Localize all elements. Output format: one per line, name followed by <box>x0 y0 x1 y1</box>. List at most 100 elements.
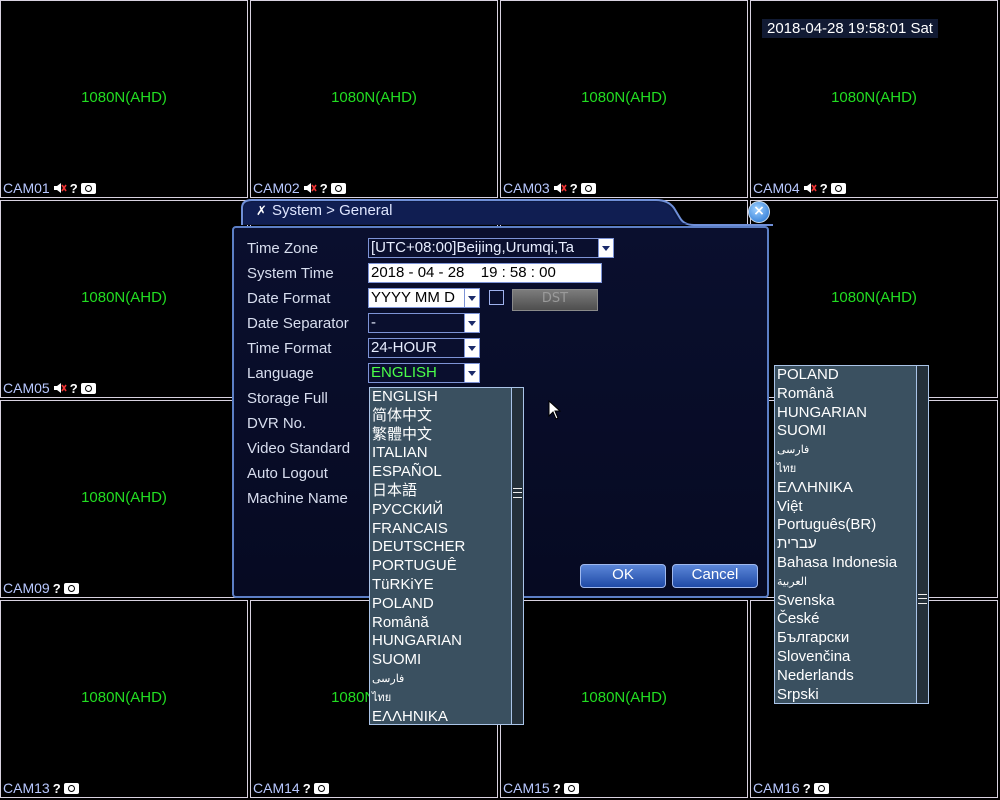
language-option[interactable]: SUOMI <box>776 422 897 441</box>
camera-cell[interactable]: 1080N(AHD) CAM02? <box>250 0 498 198</box>
language-option[interactable]: ไทย <box>776 460 897 479</box>
language-option[interactable]: Svenska <box>776 592 897 611</box>
dialog-title: System > General <box>272 202 393 219</box>
language-option[interactable]: Việt <box>776 498 897 517</box>
time-zone-select[interactable]: [UTC+08:00]Beijing,Urumqi,Ta <box>368 238 614 258</box>
label-machine-name: Machine Name <box>247 490 348 507</box>
language-option[interactable]: فارسی <box>776 441 897 460</box>
language-dropdown-list[interactable]: ENGLISH 简体中文 繁體中文 ITALIAN ESPAÑOL 日本語 РУССКИЙ F… <box>369 387 524 725</box>
date-separator-select[interactable]: - <box>368 313 480 333</box>
date-format-value: YYYY MM D <box>371 289 455 306</box>
camera-cell[interactable]: 1080N(AHD) CAM15? <box>500 600 748 798</box>
language-option[interactable]: Nederlands <box>776 667 897 686</box>
language-option[interactable]: Română <box>776 385 897 404</box>
camera-icon <box>563 782 579 794</box>
language-option[interactable]: Română <box>371 614 465 633</box>
question-icon: ? <box>69 180 78 196</box>
ok-button[interactable]: OK <box>580 564 666 588</box>
time-format-value: 24-HOUR <box>371 339 437 356</box>
question-icon: ? <box>802 780 811 796</box>
language-option[interactable]: FRANCAIS <box>371 520 465 539</box>
camera-icon <box>313 782 329 794</box>
language-option[interactable]: العربية <box>776 573 897 592</box>
language-option[interactable]: فارسی <box>371 670 465 689</box>
speaker-muted-icon <box>53 383 67 393</box>
label-language: Language <box>247 365 314 382</box>
language-option[interactable]: TüRKiYE <box>371 576 465 595</box>
resolution-label: 1080N(AHD) <box>581 689 667 706</box>
language-option[interactable]: 简体中文 <box>371 407 465 426</box>
scrollbar[interactable] <box>511 388 523 724</box>
language-option[interactable]: עברית <box>776 535 897 554</box>
language-option[interactable]: ไทย <box>371 689 465 708</box>
date-format-select[interactable]: YYYY MM D <box>368 288 480 308</box>
scrollbar-thumb[interactable] <box>918 594 927 604</box>
camera-name: CAM05 <box>3 380 50 396</box>
language-option[interactable]: Slovenčina <box>776 648 897 667</box>
system-time-field[interactable]: 2018 - 04 - 28 19 : 58 : 00 <box>368 263 602 283</box>
language-option[interactable]: PORTUGUÊ <box>371 557 465 576</box>
chevron-down-icon[interactable] <box>464 364 479 382</box>
camera-label: CAM09? <box>3 580 79 596</box>
question-icon: ? <box>819 180 828 196</box>
language-option[interactable]: Bahasa Indonesia <box>776 554 897 573</box>
dst-checkbox[interactable] <box>489 290 504 305</box>
camera-name: CAM14 <box>253 780 300 796</box>
resolution-label: 1080N(AHD) <box>81 289 167 306</box>
language-option[interactable]: ΕΛΛΗΝΙΚΑ <box>776 479 897 498</box>
language-option[interactable]: DEUTSCHER <box>371 538 465 557</box>
label-time-format: Time Format <box>247 340 332 357</box>
camera-icon <box>813 782 829 794</box>
language-option[interactable]: ΕΛΛΗΝΙΚΑ <box>371 708 465 727</box>
system-clock-value[interactable]: 19 : 58 : 00 <box>481 264 556 281</box>
language-options-2: POLAND Română HUNGARIAN SUOMI فارسی ไทย ΕΛΛΗΝΙ… <box>776 366 897 704</box>
camera-icon <box>63 782 79 794</box>
dst-button[interactable]: DST <box>512 289 598 311</box>
tools-icon: ✗ <box>256 204 267 219</box>
language-option[interactable]: HUNGARIAN <box>371 632 465 651</box>
speaker-muted-icon <box>553 183 567 193</box>
language-select[interactable]: ENGLISH <box>368 363 480 383</box>
camera-cell[interactable]: 1080N(AHD) CAM01? <box>0 0 248 198</box>
camera-cell[interactable]: 1080N(AHD) CAM13? <box>0 600 248 798</box>
label-video-standard: Video Standard <box>247 440 351 457</box>
language-option[interactable]: ESPAÑOL <box>371 463 465 482</box>
resolution-label: 1080N(AHD) <box>81 689 167 706</box>
system-date-value[interactable]: 2018 - 04 - 28 <box>371 264 464 281</box>
language-option[interactable]: 繁體中文 <box>371 426 465 445</box>
chevron-down-icon[interactable] <box>464 289 479 307</box>
chevron-down-icon[interactable] <box>598 239 613 257</box>
question-icon: ? <box>319 180 328 196</box>
language-option[interactable]: SUOMI <box>371 651 465 670</box>
chevron-down-icon[interactable] <box>464 339 479 357</box>
camera-icon <box>830 182 846 194</box>
cancel-button[interactable]: Cancel <box>672 564 758 588</box>
label-system-time: System Time <box>247 265 334 282</box>
time-format-select[interactable]: 24-HOUR <box>368 338 480 358</box>
language-option[interactable]: РУССКИЙ <box>371 501 465 520</box>
chevron-down-icon[interactable] <box>464 314 479 332</box>
language-option[interactable]: Português(BR) <box>776 516 897 535</box>
language-option[interactable]: ENGLISH <box>371 388 465 407</box>
language-option[interactable]: Български <box>776 629 897 648</box>
language-option[interactable]: 日本語 <box>371 482 465 501</box>
camera-name: CAM16 <box>753 780 800 796</box>
language-option[interactable]: HUNGARIAN <box>776 404 897 423</box>
language-dropdown-list-2[interactable]: POLAND Română HUNGARIAN SUOMI فارسی ไทย ΕΛΛΗΝΙ… <box>774 365 929 704</box>
label-date-format: Date Format <box>247 290 331 307</box>
camera-cell[interactable]: 1080N(AHD) CAM09? <box>0 400 248 598</box>
language-option[interactable]: POLAND <box>776 366 897 385</box>
camera-label: CAM05? <box>3 380 96 396</box>
label-dvr-no: DVR No. <box>247 415 307 432</box>
camera-cell[interactable]: 1080N(AHD) CAM03? <box>500 0 748 198</box>
language-option[interactable]: ITALIAN <box>371 444 465 463</box>
camera-label: CAM15? <box>503 780 579 796</box>
scrollbar-thumb[interactable] <box>513 488 522 498</box>
camera-label: CAM02? <box>253 180 346 196</box>
scrollbar[interactable] <box>916 366 928 703</box>
language-option[interactable]: České <box>776 610 897 629</box>
close-button[interactable]: × <box>748 201 770 223</box>
language-option[interactable]: Srpski <box>776 686 897 705</box>
camera-cell[interactable]: 1080N(AHD) CAM05? <box>0 200 248 398</box>
language-option[interactable]: POLAND <box>371 595 465 614</box>
